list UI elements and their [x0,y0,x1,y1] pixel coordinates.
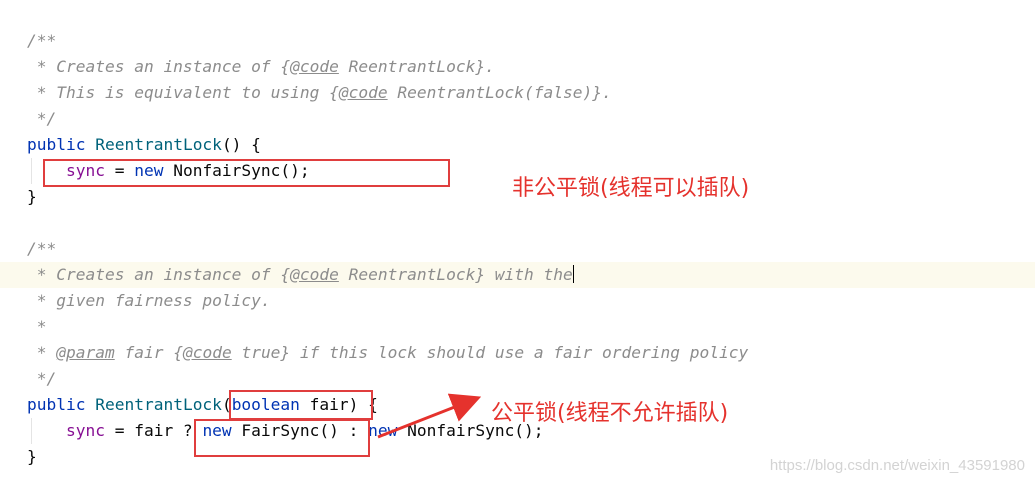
fair-lock-annotation: 公平锁(线程不允许插队) [491,401,729,426]
watermark: https://blog.csdn.net/weixin_43591980 [769,457,1025,474]
nonfair-lock-annotation: 非公平锁(线程可以插队) [512,176,750,201]
